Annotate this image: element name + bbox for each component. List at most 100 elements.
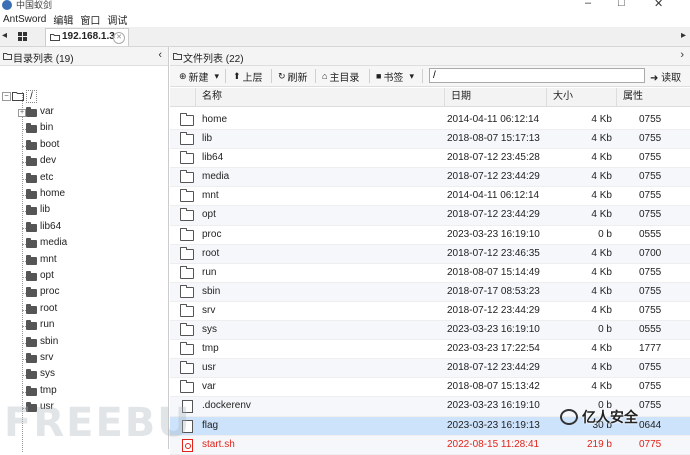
table-row[interactable]: var 2018-08-07 15:13:42 4 Kb 0755: [170, 378, 690, 398]
row-date: 2018-07-12 23:45:28: [447, 152, 540, 164]
tree-node-label: opt: [40, 270, 54, 281]
table-row[interactable]: media 2018-07-12 23:44:29 4 Kb 0755: [170, 168, 690, 188]
refresh-icon: ↻: [278, 70, 286, 81]
dropdown-arrow-icon: ▾: [214, 70, 220, 81]
table-row[interactable]: mnt 2014-04-11 06:12:14 4 Kb 0755: [170, 187, 690, 207]
folder-icon: [26, 353, 37, 363]
row-date: 2018-07-12 23:44:29: [447, 304, 540, 316]
row-name: lib64: [202, 152, 224, 164]
tab-label: 192.168.1.3: [62, 31, 115, 42]
menu-edit[interactable]: 编辑: [53, 12, 73, 27]
collapse-panel-icon[interactable]: ‹: [158, 49, 162, 61]
tab-scroll-left-icon[interactable]: ◂: [2, 30, 7, 41]
collapse-panel-icon[interactable]: ›: [680, 49, 684, 61]
row-name: usr: [202, 362, 216, 374]
folder-icon: [26, 287, 37, 298]
home-dir-button-label: 主目录: [329, 72, 360, 84]
toolbar-divider: [271, 69, 272, 83]
path-input[interactable]: [429, 68, 645, 83]
row-name: root: [202, 247, 220, 259]
bookmark-button[interactable]: ■ 书签 ▾: [376, 69, 416, 84]
menu-antsword[interactable]: AntSword: [3, 14, 46, 25]
menu-window[interactable]: 窗口: [80, 12, 100, 27]
row-perm: 0755: [639, 209, 662, 221]
row-perm: 0755: [639, 190, 662, 202]
file-panel: 文件列表 (22) › ⊕ 新建 ▾ ⬆ 上层 ↻ 刷新 ⌂ 主目录 ■ 书签 …: [170, 47, 690, 455]
row-date: 2018-07-17 08:53:23: [447, 285, 540, 297]
close-window-icon[interactable]: ✕: [654, 0, 663, 10]
column-header-date[interactable]: 日期: [444, 88, 547, 106]
bookmark-button-label: 书签: [383, 72, 404, 84]
column-header-size[interactable]: 大小: [546, 88, 617, 106]
table-row[interactable]: root 2018-07-12 23:46:35 4 Kb 0700: [170, 244, 690, 264]
row-date: 2018-07-12 23:44:29: [447, 171, 540, 183]
menu-debug[interactable]: 调试: [107, 12, 127, 27]
table-row[interactable]: home 2014-04-11 06:12:14 4 Kb 0755: [170, 111, 690, 131]
table-row[interactable]: usr 2018-07-12 23:44:29 4 Kb 0755: [170, 359, 690, 379]
table-row[interactable]: run 2018-08-07 15:14:49 4 Kb 0755: [170, 264, 690, 283]
table-row[interactable]: sys 2023-03-23 16:19:10 0 b 0555: [170, 321, 690, 341]
table-row[interactable]: sbin 2018-07-17 08:53:23 4 Kb 0755: [170, 282, 690, 302]
folder-icon: [50, 34, 60, 41]
row-name: tmp: [202, 343, 219, 355]
row-icon: [180, 170, 194, 184]
home-grid-icon[interactable]: [18, 32, 27, 41]
row-size: 4 Kb: [591, 285, 612, 297]
minimize-icon[interactable]: –: [585, 0, 591, 9]
read-button[interactable]: ➜ 读取: [650, 69, 681, 84]
home-dir-button[interactable]: ⌂ 主目录: [322, 69, 360, 84]
row-icon: [180, 342, 194, 356]
table-row[interactable]: proc 2023-03-23 16:19:10 0 b 0555: [170, 226, 690, 245]
row-date: 2023-03-23 17:22:54: [447, 343, 540, 355]
plus-circle-icon: ⊕: [179, 70, 187, 81]
folder-icon: [26, 271, 37, 281]
file-table: 名称 日期 大小 属性 home 2014-04-11 06:12:14 4 Kb 0…: [170, 88, 690, 455]
column-header-perm[interactable]: 属性: [616, 88, 690, 106]
row-size: 219 b: [586, 438, 612, 450]
table-row[interactable]: opt 2018-07-12 23:44:29 4 Kb 0755: [170, 206, 690, 226]
up-button[interactable]: ⬆ 上层: [233, 69, 263, 84]
row-icon: [180, 361, 194, 375]
tree-node-label: srv: [40, 352, 54, 363]
table-row[interactable]: srv 2018-07-12 23:44:29 4 Kb 0755: [170, 302, 690, 322]
maximize-icon[interactable]: □: [618, 0, 625, 9]
directory-count-label: 目录列表 (19): [13, 54, 74, 65]
table-row[interactable]: tmp 2023-03-23 17:22:54 4 Kb 1777: [170, 340, 690, 360]
refresh-button[interactable]: ↻ 刷新: [278, 69, 308, 84]
folder-icon: [180, 208, 194, 222]
row-size: 4 Kb: [591, 114, 612, 125]
table-row[interactable]: lib 2018-08-07 15:17:13 4 Kb 0755: [170, 130, 690, 150]
folder-icon: [26, 156, 37, 167]
row-size: 0 b: [598, 324, 612, 336]
row-perm: 0644: [639, 419, 662, 431]
tab-scroll-right-icon[interactable]: ▸: [681, 30, 686, 41]
tab-shell-session[interactable]: 192.168.1.3 ✕: [45, 28, 129, 46]
tree-node-label: mnt: [40, 253, 57, 265]
toolbar-divider: [422, 69, 423, 83]
table-row[interactable]: start.sh 2022-08-15 11:28:41 219 b 0775: [170, 435, 690, 455]
tab-close-icon[interactable]: ✕: [113, 32, 125, 44]
row-name: .dockerenv: [202, 400, 251, 412]
tree-expand-icon[interactable]: +: [18, 109, 26, 117]
row-name: run: [202, 266, 217, 278]
row-icon: [180, 323, 194, 337]
folder-icon: [180, 132, 194, 146]
row-perm: 0755: [639, 266, 662, 278]
row-perm: 0755: [639, 133, 662, 145]
watermark-freebuf: FREEBU: [4, 400, 192, 446]
table-header: 名称 日期 大小 属性: [170, 88, 690, 107]
row-date: 2023-03-23 16:19:10: [447, 324, 540, 336]
row-size: 4 Kb: [591, 209, 612, 221]
directory-panel: 目录列表 (19) ‹ − / + var bin boot dev etc home lib…: [0, 47, 169, 452]
table-row[interactable]: lib64 2018-07-12 23:45:28 4 Kb 0755: [170, 149, 690, 169]
row-size: 4 Kb: [591, 133, 612, 145]
row-date: 2014-04-11 06:12:14: [447, 190, 540, 202]
new-button[interactable]: ⊕ 新建 ▾: [179, 69, 221, 84]
row-name: media: [202, 171, 230, 183]
row-date: 2022-08-15 11:28:41: [447, 438, 540, 450]
row-size: 4 Kb: [591, 190, 612, 202]
folder-icon: [180, 303, 194, 317]
column-header-name[interactable]: 名称: [195, 88, 445, 106]
row-icon: [180, 189, 194, 203]
tree-collapse-icon[interactable]: −: [2, 92, 11, 101]
